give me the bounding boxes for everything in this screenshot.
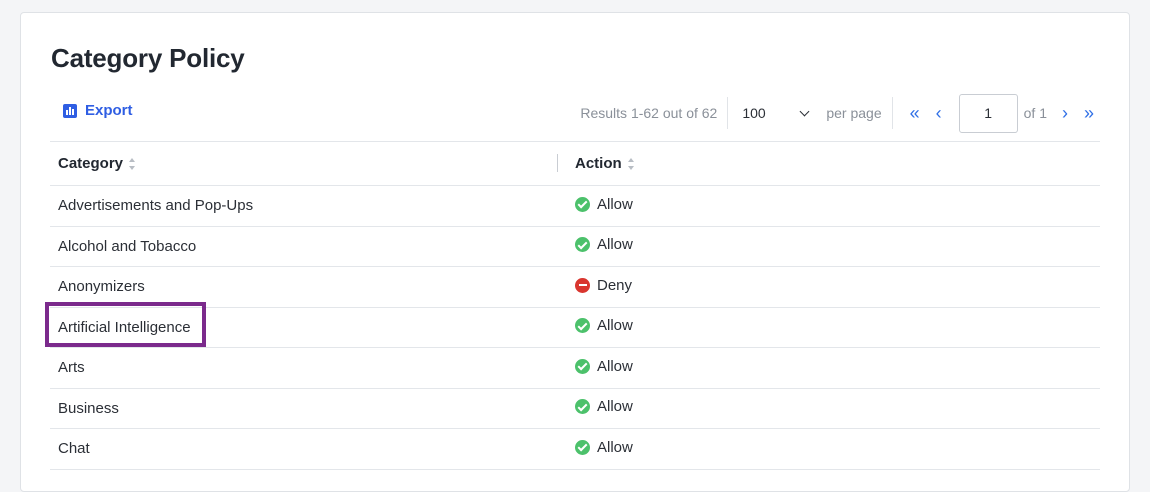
check-circle-icon xyxy=(575,358,590,374)
action-cell[interactable]: Allow xyxy=(558,307,1100,348)
action-label: Allow xyxy=(597,398,633,416)
category-name: Anonymizers xyxy=(58,278,145,296)
check-circle-icon xyxy=(575,196,590,212)
sort-icon[interactable] xyxy=(627,158,635,171)
page-total: of 1 xyxy=(1023,105,1047,121)
table-header-row: Category Action xyxy=(50,141,1100,186)
category-cell: Business xyxy=(50,388,558,429)
action-label: Deny xyxy=(597,276,633,294)
action-status: Allow xyxy=(575,398,633,415)
export-label: Export xyxy=(85,102,133,119)
action-cell[interactable]: Allow xyxy=(558,226,1100,267)
pagination: Results 1-62 out of 62 100 per page « ‹ … xyxy=(580,93,1101,133)
table-row[interactable]: Alcohol and Tobacco Allow xyxy=(50,226,1100,267)
category-cell: Arts xyxy=(50,347,558,389)
action-status: Allow xyxy=(575,358,633,375)
chevron-down-icon xyxy=(799,106,810,116)
category-cell: Anonymizers xyxy=(50,266,558,308)
column-header-action[interactable]: Action xyxy=(558,141,1100,186)
action-status: Allow xyxy=(575,236,633,253)
table-row[interactable]: Arts Allow xyxy=(50,347,1100,389)
table-row[interactable]: Advertisements and Pop-Ups Allow xyxy=(50,185,1100,227)
action-label: Allow xyxy=(597,236,633,254)
category-name: Artificial Intelligence xyxy=(58,318,191,336)
table-toolbar: Export Results 1-62 out of 62 100 per pa… xyxy=(51,93,1101,133)
check-circle-icon xyxy=(575,439,590,455)
table-row[interactable]: Business Allow xyxy=(50,388,1100,429)
action-cell[interactable]: Deny xyxy=(558,266,1100,308)
per-page-select[interactable]: 100 xyxy=(742,105,812,121)
action-cell[interactable]: Allow xyxy=(558,347,1100,389)
action-cell[interactable]: Allow xyxy=(558,388,1100,429)
action-label: Allow xyxy=(597,317,633,335)
check-circle-icon xyxy=(575,399,590,415)
category-cell: Alcohol and Tobacco xyxy=(50,226,558,267)
bar-chart-icon xyxy=(63,103,77,118)
action-label: Allow xyxy=(597,438,633,456)
table-row[interactable]: Chat Allow xyxy=(50,428,1100,470)
table-row[interactable]: Anonymizers Deny xyxy=(50,266,1100,308)
category-name: Advertisements and Pop-Ups xyxy=(58,197,254,215)
sort-icon[interactable] xyxy=(129,158,136,171)
category-cell: Chat xyxy=(50,428,558,470)
action-status: Deny xyxy=(575,277,632,294)
page-title: Category Policy xyxy=(51,43,245,73)
column-header-category[interactable]: Category xyxy=(50,141,558,186)
page-number-input[interactable] xyxy=(958,93,1018,133)
category-name: Arts xyxy=(58,359,85,377)
category-table: Category Action Advertisements and Pop-U… xyxy=(50,141,1100,470)
category-cell: Advertisements and Pop-Ups xyxy=(50,185,558,227)
category-cell: Artificial Intelligence xyxy=(50,307,558,348)
action-status: Allow xyxy=(575,317,633,334)
results-count: Results 1-62 out of 62 xyxy=(580,105,718,121)
double-chevron-right-icon[interactable]: » xyxy=(1077,93,1101,133)
chevron-right-icon[interactable]: › xyxy=(1053,93,1077,133)
action-label: Allow xyxy=(597,357,633,375)
check-circle-icon xyxy=(575,318,590,334)
action-cell[interactable]: Allow xyxy=(558,185,1100,227)
action-status: Allow xyxy=(575,196,633,213)
double-chevron-left-icon[interactable]: « xyxy=(903,93,927,133)
per-page-label: per page xyxy=(826,105,882,121)
per-page-value: 100 xyxy=(742,105,766,121)
minus-circle-icon xyxy=(575,277,590,293)
category-name: Chat xyxy=(58,440,90,458)
table-row[interactable]: Artificial Intelligence Allow xyxy=(50,307,1100,348)
divider xyxy=(727,97,729,129)
category-name: Business xyxy=(58,399,119,417)
action-status: Allow xyxy=(575,439,633,456)
chevron-left-icon[interactable]: ‹ xyxy=(927,93,951,133)
export-button[interactable]: Export xyxy=(63,102,133,119)
action-cell[interactable]: Allow xyxy=(558,428,1100,470)
category-name: Alcohol and Tobacco xyxy=(58,237,197,255)
check-circle-icon xyxy=(575,237,590,253)
divider xyxy=(891,97,893,129)
action-label: Allow xyxy=(597,195,633,213)
